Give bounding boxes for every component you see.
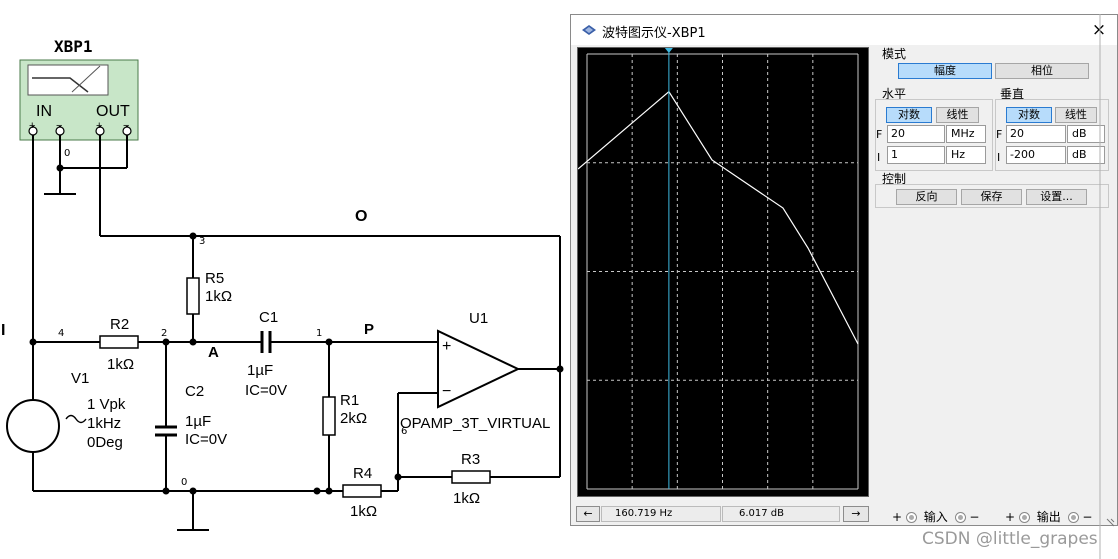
arrow-right-icon: → — [851, 507, 861, 520]
opamp-plus: + — [442, 338, 452, 355]
input-plus-label: + — [892, 510, 903, 524]
input-terminal-label: 输入 — [923, 510, 948, 524]
u1-ref: U1 — [469, 310, 489, 327]
v1-ref: V1 — [71, 370, 90, 387]
r4-ref: R4 — [353, 465, 373, 482]
input-plus-terminal[interactable] — [905, 512, 917, 523]
bode-plot-area[interactable] — [577, 47, 869, 497]
node-number: 2 — [161, 328, 168, 339]
v1-amplitude: 1 Vpk — [87, 396, 126, 413]
save-button[interactable]: 保存 — [961, 189, 1022, 205]
background-window-edge — [1099, 14, 1115, 559]
node-number: 3 — [199, 236, 206, 247]
r2-ref: R2 — [110, 316, 130, 333]
terminal-in-minus: − — [56, 120, 63, 132]
r5-value: 1kΩ — [205, 288, 233, 305]
cursor-gain-readout: 6.017 dB — [722, 506, 840, 522]
input-minus-terminal[interactable] — [954, 512, 966, 523]
net-label-p: P — [364, 321, 375, 338]
r3-value: 1kΩ — [453, 490, 481, 507]
resistor-bodies — [99, 277, 491, 498]
instrument-in-label: IN — [36, 103, 52, 120]
watermark: CSDN @little_grapes — [922, 529, 1098, 549]
horizontal-log-button[interactable]: 对数 — [886, 107, 932, 123]
horizontal-final-letter: F — [876, 128, 883, 141]
node-number: 0 — [181, 477, 188, 488]
reverse-button[interactable]: 反向 — [896, 189, 957, 205]
output-minus-terminal[interactable] — [1067, 512, 1079, 523]
output-terminals: + 输出 − — [1005, 508, 1092, 525]
vertical-final-letter: F — [996, 128, 1003, 141]
cursor-left-button[interactable]: ← — [576, 506, 600, 522]
bode-app-icon — [582, 25, 596, 35]
phase-button[interactable]: 相位 — [995, 63, 1089, 79]
settings-button[interactable]: 设置... — [1026, 189, 1087, 205]
output-plus-label: + — [1005, 510, 1016, 524]
bode-plot-canvas — [578, 48, 868, 496]
r3-ref: R3 — [461, 451, 481, 468]
schematic-wiring — [6, 59, 564, 531]
horizontal-initial-unit[interactable]: Hz — [946, 146, 986, 164]
title-bar[interactable]: 波特图示仪-XBP1 × — [571, 15, 1117, 45]
net-label-i: I — [1, 322, 6, 339]
vertical-log-button[interactable]: 对数 — [1006, 107, 1052, 123]
r1-ref: R1 — [340, 392, 360, 409]
vertical-initial-letter: I — [997, 151, 1001, 164]
arrow-left-icon: ← — [583, 507, 593, 520]
window-title: 波特图示仪-XBP1 — [602, 26, 706, 41]
c2-value: 1µF — [185, 413, 212, 430]
horizontal-final-input[interactable]: 20 — [887, 125, 945, 143]
r5-ref: R5 — [205, 270, 225, 287]
input-terminals: + 输入 − — [892, 508, 979, 525]
node-number: 1 — [316, 328, 323, 339]
vertical-linear-button[interactable]: 线性 — [1055, 107, 1097, 123]
net-label-a: A — [208, 344, 219, 361]
circuit-schematic: XBP1 IN OUT + − + − I O A P 0 3 4 2 1 0 … — [0, 0, 570, 559]
c2-ic: IC=0V — [185, 431, 228, 448]
opamp-minus: − — [442, 383, 452, 400]
magnitude-button[interactable]: 幅度 — [898, 63, 992, 79]
bode-plotter-window: 波特图示仪-XBP1 × ← 160.719 Hz 6.017 dB → 模式 … — [570, 14, 1118, 526]
input-minus-label: − — [969, 510, 980, 524]
mode-section-label: 模式 — [882, 47, 907, 61]
v1-phase: 0Deg — [87, 434, 123, 451]
horizontal-linear-button[interactable]: 线性 — [936, 107, 979, 123]
horizontal-initial-input[interactable]: 1 — [887, 146, 945, 164]
r4-value: 1kΩ — [350, 503, 378, 520]
c2-ref: C2 — [185, 383, 205, 400]
vertical-final-input[interactable]: 20 — [1006, 125, 1066, 143]
c1-ref: C1 — [259, 309, 279, 326]
c1-ic: IC=0V — [245, 382, 288, 399]
horizontal-initial-letter: I — [877, 151, 881, 164]
cursor-frequency-readout: 160.719 Hz — [601, 506, 721, 522]
horizontal-final-unit[interactable]: MHz — [946, 125, 986, 143]
terminal-out-minus: − — [123, 120, 130, 132]
net-label-o: O — [355, 208, 368, 225]
vertical-initial-input[interactable]: -200 — [1006, 146, 1066, 164]
r2-value: 1kΩ — [107, 356, 135, 373]
instrument-title: XBP1 — [54, 37, 93, 56]
terminal-out-plus: + — [96, 120, 103, 132]
output-minus-label: − — [1082, 510, 1093, 524]
node-number: 4 — [58, 328, 65, 339]
output-terminal-label: 输出 — [1036, 510, 1061, 524]
v1-frequency: 1kHz — [87, 415, 122, 432]
cursor-right-button[interactable]: → — [843, 506, 869, 522]
node-number: 0 — [64, 148, 71, 159]
c1-value: 1µF — [247, 362, 274, 379]
output-plus-terminal[interactable] — [1018, 512, 1030, 523]
terminal-in-plus: + — [29, 120, 36, 132]
r1-value: 2kΩ — [340, 410, 368, 427]
u1-model: OPAMP_3T_VIRTUAL — [400, 415, 551, 432]
